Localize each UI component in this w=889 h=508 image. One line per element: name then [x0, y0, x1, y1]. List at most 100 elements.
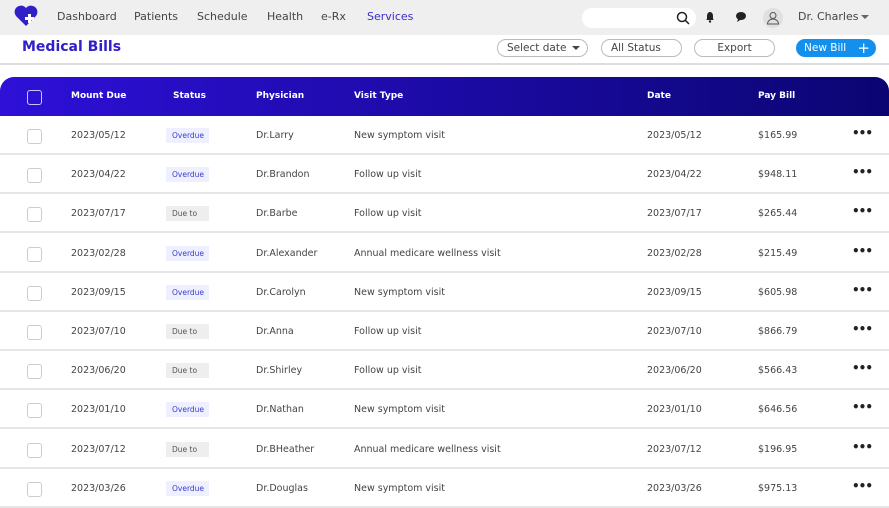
- more-options-icon[interactable]: •••: [852, 400, 873, 414]
- physician: Dr.Alexander: [256, 247, 318, 259]
- more-options-icon[interactable]: •••: [852, 244, 873, 258]
- table-row[interactable]: 2023/07/12 Due to Dr.BHeather Annual med…: [0, 430, 889, 469]
- pay-bill: $265.44: [758, 208, 798, 220]
- table-header: Mount Due Status Physician Visit Type Da…: [0, 77, 889, 116]
- table-row[interactable]: 2023/03/26 Overdue Dr.Douglas New sympto…: [0, 469, 889, 508]
- header-mount-due[interactable]: Mount Due: [71, 91, 126, 101]
- visit-type: New symptom visit: [354, 482, 445, 494]
- new-bill-label: New Bill: [804, 42, 847, 54]
- table-row[interactable]: 2023/05/12 Overdue Dr.Larry New symptom …: [0, 116, 889, 155]
- avatar[interactable]: [763, 8, 783, 28]
- pay-bill: $975.13: [758, 482, 798, 494]
- status-badge: Due to: [166, 441, 209, 457]
- select-date-dropdown[interactable]: Select date: [497, 39, 588, 57]
- table-row[interactable]: 2023/02/28 Overdue Dr.Alexander Annual m…: [0, 234, 889, 273]
- header-date[interactable]: Date: [647, 91, 671, 101]
- pay-bill: $215.49: [758, 247, 798, 259]
- table-row[interactable]: 2023/06/20 Due to Dr.Shirley Follow up v…: [0, 351, 889, 391]
- amount-due: 2023/05/12: [71, 130, 126, 141]
- physician: Dr.Nathan: [256, 404, 304, 416]
- more-options-icon[interactable]: •••: [852, 479, 873, 493]
- amount-due: 2023/01/10: [71, 404, 126, 416]
- visit-type: Follow up visit: [354, 208, 422, 220]
- pay-bill: $566.43: [758, 365, 798, 377]
- amount-due: 2023/04/22: [71, 169, 126, 181]
- more-options-icon[interactable]: •••: [852, 322, 873, 336]
- amount-due: 2023/07/10: [71, 326, 126, 337]
- status-badge: Overdue: [166, 480, 209, 496]
- date: 2023/07/17: [647, 208, 702, 220]
- table-row[interactable]: 2023/07/17 Due to Dr.Barbe Follow up vis…: [0, 194, 889, 234]
- date: 2023/04/22: [647, 169, 702, 181]
- top-nav-bar: Dashboard Patients Schedule Health e-Rx …: [0, 0, 889, 35]
- date: 2023/02/28: [647, 247, 702, 259]
- nav-schedule[interactable]: Schedule: [197, 10, 248, 23]
- visit-type: Annual medicare wellness visit: [354, 443, 501, 455]
- nav-services[interactable]: Services: [367, 10, 413, 23]
- nav-erx[interactable]: e-Rx: [321, 10, 346, 23]
- nav-patients[interactable]: Patients: [134, 10, 178, 23]
- row-checkbox[interactable]: [27, 246, 42, 262]
- more-options-icon[interactable]: •••: [852, 361, 873, 375]
- nav-health[interactable]: Health: [267, 10, 303, 23]
- select-all-checkbox[interactable]: [27, 90, 42, 105]
- amount-due: 2023/09/15: [71, 286, 126, 298]
- visit-type: Follow up visit: [354, 169, 422, 181]
- date: 2023/05/12: [647, 130, 702, 141]
- more-options-icon[interactable]: •••: [852, 440, 873, 454]
- pay-bill: $165.99: [758, 130, 798, 141]
- new-bill-button[interactable]: New Bill +: [796, 39, 876, 57]
- header-status[interactable]: Status: [173, 91, 206, 101]
- row-checkbox[interactable]: [27, 129, 42, 144]
- table-row[interactable]: 2023/04/22 Overdue Dr.Brandon Follow up …: [0, 155, 889, 195]
- chat-icon[interactable]: [735, 11, 747, 23]
- select-date-label: Select date: [507, 42, 567, 54]
- physician: Dr.Shirley: [256, 365, 303, 377]
- amount-due: 2023/03/26: [71, 482, 126, 494]
- row-checkbox[interactable]: [27, 325, 42, 340]
- chevron-down-icon: [572, 46, 580, 50]
- row-checkbox[interactable]: [27, 442, 42, 458]
- physician: Dr.Larry: [256, 130, 294, 141]
- more-options-icon[interactable]: •••: [852, 283, 873, 297]
- nav-dashboard[interactable]: Dashboard: [57, 10, 117, 23]
- row-checkbox[interactable]: [27, 207, 42, 223]
- user-name[interactable]: Dr. Charles: [798, 10, 858, 23]
- search-input[interactable]: [582, 8, 696, 28]
- status-badge: Due to: [166, 324, 209, 339]
- header-pay-bill[interactable]: Pay Bill: [758, 91, 795, 101]
- pay-bill: $196.95: [758, 443, 798, 455]
- row-checkbox[interactable]: [27, 481, 42, 497]
- date: 2023/09/15: [647, 286, 702, 298]
- visit-type: New symptom visit: [354, 130, 445, 141]
- user-icon: [766, 12, 780, 25]
- physician: Dr.Carolyn: [256, 286, 306, 298]
- status-badge: Overdue: [166, 167, 209, 183]
- row-checkbox[interactable]: [27, 403, 42, 419]
- plus-icon: +: [857, 39, 870, 57]
- more-options-icon[interactable]: •••: [852, 126, 873, 140]
- bell-icon[interactable]: [705, 11, 715, 23]
- status-badge: Overdue: [166, 402, 209, 418]
- all-status-filter[interactable]: All Status: [601, 39, 682, 57]
- more-options-icon[interactable]: •••: [852, 204, 873, 218]
- pay-bill: $866.79: [758, 326, 798, 337]
- physician: Dr.BHeather: [256, 443, 315, 455]
- physician: Dr.Brandon: [256, 169, 310, 181]
- row-checkbox[interactable]: [27, 285, 42, 301]
- logo-heart-icon[interactable]: [14, 5, 38, 27]
- row-checkbox[interactable]: [27, 364, 42, 380]
- row-checkbox[interactable]: [27, 168, 42, 184]
- table-row[interactable]: 2023/07/10 Due to Dr.Anna Follow up visi…: [0, 312, 889, 351]
- search-icon[interactable]: [676, 11, 690, 25]
- physician: Dr.Barbe: [256, 208, 298, 220]
- user-menu-caret-icon[interactable]: [861, 15, 869, 19]
- header-visit-type[interactable]: Visit Type: [354, 91, 403, 101]
- export-button[interactable]: Export: [694, 39, 775, 57]
- table-row[interactable]: 2023/09/15 Overdue Dr.Carolyn New sympto…: [0, 273, 889, 312]
- table-row[interactable]: 2023/01/10 Overdue Dr.Nathan New symptom…: [0, 390, 889, 430]
- more-options-icon[interactable]: •••: [852, 165, 873, 179]
- amount-due: 2023/06/20: [71, 365, 126, 377]
- header-physician[interactable]: Physician: [256, 91, 304, 101]
- status-badge: Overdue: [166, 245, 209, 261]
